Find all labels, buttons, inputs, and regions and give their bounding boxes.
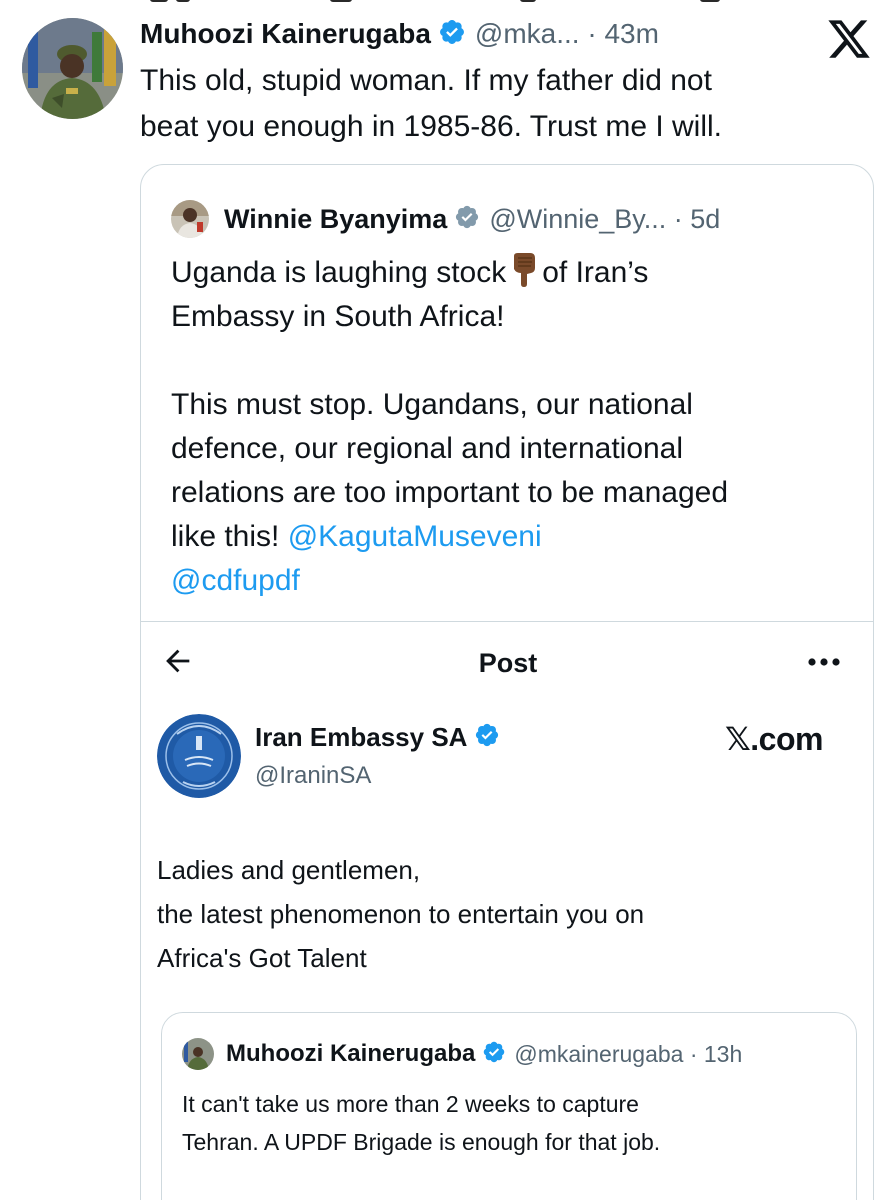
mention-link[interactable]: @cdfupdf (171, 564, 300, 597)
quoted-author-avatar[interactable] (171, 200, 209, 238)
verified-badge-icon[interactable] (438, 18, 466, 51)
embassy-seal-avatar (157, 714, 241, 798)
quoted-text-line: This must stop. Ugandans, our national (171, 388, 693, 421)
embedded-text-line: Africa's Got Talent (157, 943, 367, 973)
quoted-tweet-text: Uganda is laughing stock of Iran’s Embas… (171, 251, 851, 603)
x-com-watermark: 𝕏.com (725, 721, 823, 757)
verified-badge-icon (482, 1040, 506, 1069)
verified-badge-icon (474, 722, 500, 753)
embedded-text-line: the latest phenomenon to entertain you o… (157, 899, 645, 929)
verified-badge-icon[interactable] (454, 204, 480, 235)
x-logo-icon[interactable] (826, 16, 872, 62)
author-handle-time[interactable]: @mka... · 43m (475, 18, 659, 50)
quoted-text-fragment: Uganda is laughing stock (171, 256, 507, 289)
quoted-text-fragment: of Iran’s (542, 256, 649, 289)
mention-link[interactable]: @KagutaMuseveni (288, 520, 542, 553)
quoted-text-line: Embassy in South Africa! (171, 300, 505, 333)
embedded-author-row: Iran Embassy SA (255, 722, 500, 753)
quoted-text-line: like this! @KagutaMuseveni (171, 515, 851, 559)
quoted-text-fragment: like this! (171, 520, 280, 553)
author-name[interactable]: Muhoozi Kainerugaba (140, 18, 431, 50)
inner-quote-header: Muhoozi Kainerugaba @mkainerugaba · 13h (182, 1035, 742, 1073)
inner-quote-text: It can't take us more than 2 weeks to ca… (182, 1085, 822, 1161)
inner-author-handle-time: @mkainerugaba · 13h (514, 1040, 743, 1067)
inner-author-name: Muhoozi Kainerugaba (226, 1040, 476, 1067)
embedded-post-text: Ladies and gentlemen, the latest phenome… (157, 848, 837, 980)
quoted-text-line: @cdfupdf (171, 559, 851, 603)
more-dots-icon (806, 650, 842, 674)
quoted-tweet-header: Winnie Byanyima @Winnie_By... · 5d (171, 198, 720, 240)
inner-author-avatar (182, 1038, 214, 1070)
cropped-previous-text (0, 0, 893, 3)
tweet-text-line: This old, stupid woman. If my father did… (140, 64, 712, 97)
tweet-text: This old, stupid woman. If my father did… (140, 58, 840, 150)
quoted-tweet-card[interactable]: Winnie Byanyima @Winnie_By... · 5d Ugand… (140, 164, 874, 1200)
backhand-index-pointing-down-icon (510, 252, 538, 288)
author-avatar[interactable] (22, 18, 123, 119)
embedded-text-line: Ladies and gentlemen, (157, 855, 421, 885)
quoted-author-name[interactable]: Winnie Byanyima (224, 204, 447, 235)
embedded-post-screenshot[interactable]: Post Iran Embassy SA @IraninSA 𝕏.com Lad… (141, 621, 873, 1200)
embedded-author-handle: @IraninSA (255, 762, 372, 789)
tweet-text-line: beat you enough in 1985-86. Trust me I w… (140, 110, 723, 143)
tweet-header: Muhoozi Kainerugaba @mka... · 43m (140, 12, 659, 56)
inner-text-line: It can't take us more than 2 weeks to ca… (182, 1091, 639, 1117)
embedded-author-name: Iran Embassy SA (255, 722, 468, 752)
quoted-text-line: relations are too important to be manage… (171, 476, 729, 509)
embedded-page-title: Post (478, 648, 538, 678)
quoted-author-handle-time[interactable]: @Winnie_By... · 5d (489, 204, 720, 235)
quoted-text-line: Uganda is laughing stock of Iran’s (171, 251, 851, 295)
quoted-text-line: defence, our regional and international (171, 432, 684, 465)
inner-text-line: Tehran. A UPDF Brigade is enough for tha… (182, 1129, 661, 1155)
inner-quoted-post: Muhoozi Kainerugaba @mkainerugaba · 13h … (161, 1012, 857, 1200)
